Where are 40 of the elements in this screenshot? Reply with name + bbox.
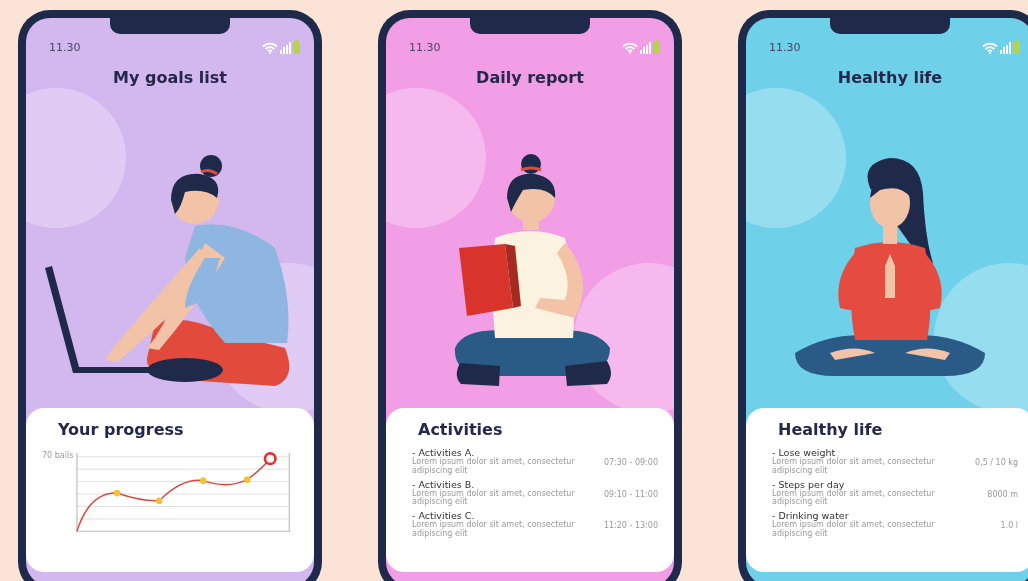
item-description: Lorem ipsum dolor sit amet, consectetur adipiscing elit (772, 489, 936, 508)
screen-title: My goals list (112, 68, 228, 87)
status-time: 11.30 (49, 40, 81, 54)
wifi-icon (982, 42, 998, 54)
chart-end-point (263, 452, 278, 466)
item-value: 07:30 - 09:00 (603, 458, 658, 469)
item-value: 0,5 / 10 kg (975, 458, 1018, 469)
item-description: Lorem ipsum dolor sit amet, consectetur adipiscing elit (412, 521, 576, 539)
chart-point (244, 476, 251, 484)
status-time: 11.30 (409, 40, 441, 54)
chart-point (200, 477, 207, 484)
signal-icon (280, 42, 291, 54)
item-description: Lorem ipsum dolor sit amet, consectetur adipiscing elit (412, 489, 576, 508)
screen-title: Daily report (475, 68, 585, 87)
battery-icon (653, 40, 660, 54)
card-title: Healthy life (778, 420, 884, 439)
battery-icon (1013, 40, 1020, 54)
signal-icon (640, 42, 651, 54)
wifi-icon (622, 42, 638, 54)
card-title: Activities (418, 420, 504, 439)
item-value: 11:20 - 13:00 (603, 521, 658, 533)
item-description: Lorem ipsum dolor sit amet, consectetur adipiscing elit (412, 458, 576, 476)
list-item-title: - Activities A. (412, 447, 475, 458)
item-value: 09:10 - 11:00 (603, 489, 658, 501)
chart-point (114, 489, 121, 497)
item-description: Lorem ipsum dolor sit amet, consectetur adipiscing elit (772, 521, 936, 539)
screen-title: Healthy life (836, 68, 944, 87)
battery-icon (293, 40, 300, 54)
status-time: 11.30 (769, 40, 801, 54)
chart-point (156, 497, 163, 505)
list-item-title: - Activities B. (412, 478, 475, 490)
item-value: 8000 m (987, 489, 1018, 501)
axis-label: 70 bails (42, 451, 74, 460)
list-item-title: - Steps per day (772, 478, 845, 490)
wifi-icon (262, 42, 278, 54)
list-item-title: - Activities C. (412, 510, 475, 522)
signal-icon (1000, 42, 1011, 54)
card-title: Your progress (58, 420, 185, 439)
list-item-title: - Lose weight (772, 447, 836, 458)
item-description: Lorem ipsum dolor sit amet, consectetur adipiscing elit (772, 458, 936, 476)
